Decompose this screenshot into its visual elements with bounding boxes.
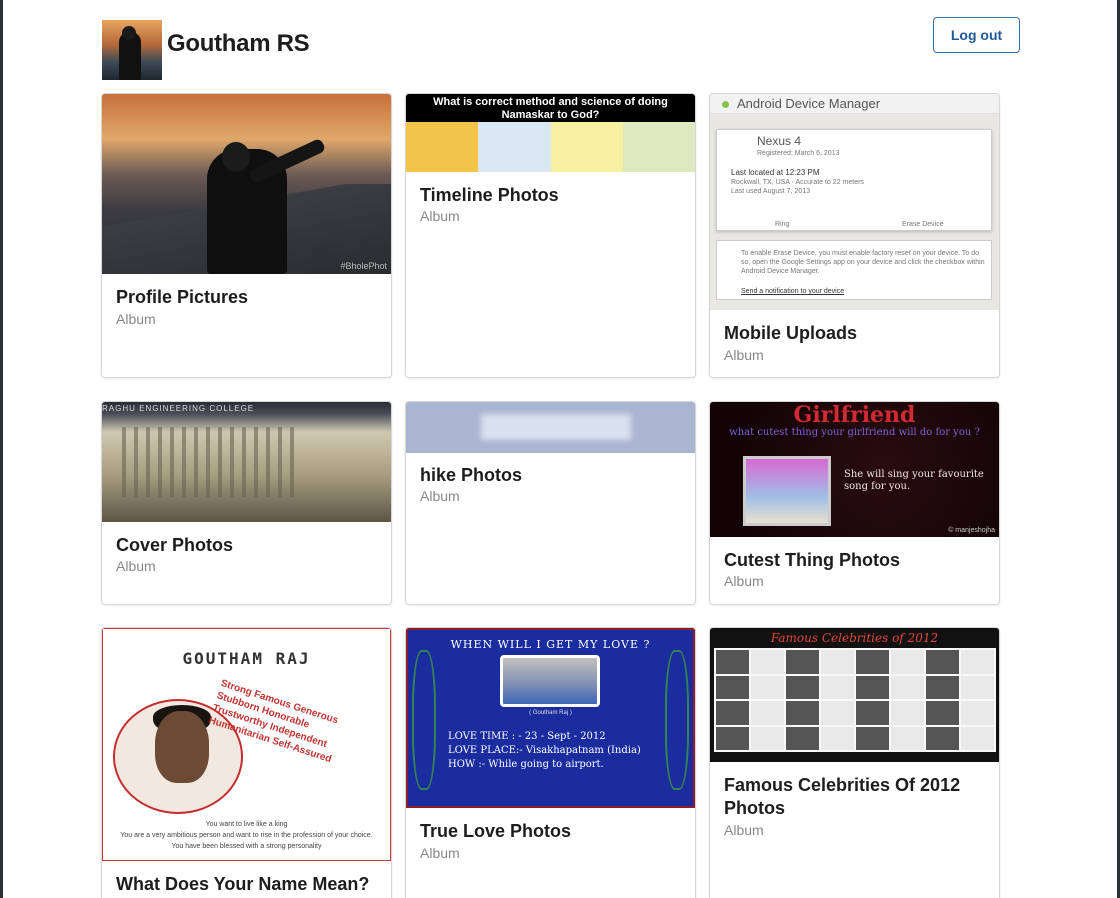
thumb-link: Send a notification to your device bbox=[741, 288, 845, 295]
album-subtitle: Album bbox=[420, 845, 460, 861]
thumb-portrait bbox=[743, 456, 831, 526]
thumb-question: what cutest thing your girlfriend will d… bbox=[729, 427, 980, 438]
album-thumbnail[interactable]: GOUTHAM RAJ Strong Famous Generous Stubb… bbox=[102, 628, 391, 861]
thumb-last-used: Last used August 7, 2013 bbox=[731, 188, 811, 195]
thumb-caption: ( Goutham Raj ) bbox=[529, 710, 572, 716]
album-title[interactable]: Cover Photos bbox=[116, 534, 376, 557]
album-title[interactable]: What Does Your Name Mean? bbox=[116, 873, 376, 896]
thumb-line-3: You have been blessed with a strong pers… bbox=[171, 843, 322, 850]
album-subtitle: Album bbox=[724, 573, 764, 589]
album-thumbnail[interactable]: Famous Celebrities of 2012 bbox=[710, 628, 999, 762]
thumb-line-2: You are a very ambitious person and want… bbox=[120, 832, 373, 839]
person-head bbox=[222, 142, 250, 172]
album-thumbnail[interactable]: WHEN WILL I GET MY LOVE ? ( Goutham Raj … bbox=[406, 628, 695, 808]
album-card-timeline-photos[interactable]: What is correct method and science of do… bbox=[405, 93, 696, 378]
thumb-banner-text: What is correct method and science of do… bbox=[406, 94, 695, 122]
thumb-headline: Girlfriend bbox=[793, 402, 916, 428]
thumb-college-name: RAGHU ENGINEERING COLLEGE bbox=[102, 404, 255, 413]
thumb-line-1: You want to live like a king bbox=[205, 821, 288, 828]
album-title[interactable]: Profile Pictures bbox=[116, 286, 376, 309]
thumb-registered: Registered: March 6, 2013 bbox=[757, 150, 840, 157]
album-thumbnail[interactable]: RAGHU ENGINEERING COLLEGE bbox=[102, 402, 391, 522]
album-subtitle: Album bbox=[116, 311, 156, 327]
album-subtitle: Album bbox=[420, 488, 460, 504]
album-card-mobile-uploads[interactable]: Android Device Manager Nexus 4 Registere… bbox=[709, 93, 1000, 378]
thumb-credit: © manjeshojha bbox=[948, 527, 995, 534]
album-thumbnail[interactable]: Girlfriend what cutest thing your girlfr… bbox=[710, 402, 999, 537]
logout-button[interactable]: Log out bbox=[933, 17, 1020, 53]
thumb-device-name: Nexus 4 bbox=[757, 134, 802, 148]
album-subtitle: Album bbox=[116, 558, 156, 574]
thumb-headline: WHEN WILL I GET MY LOVE ? bbox=[450, 638, 651, 651]
album-card-name-meaning[interactable]: GOUTHAM RAJ Strong Famous Generous Stubb… bbox=[101, 627, 392, 898]
thumb-notice-panel: To enable Erase Device, you must enable … bbox=[716, 240, 992, 300]
window-edge-left bbox=[0, 0, 3, 898]
album-thumbnail[interactable]: Android Device Manager Nexus 4 Registere… bbox=[710, 94, 999, 310]
left-vine-decoration bbox=[412, 650, 436, 790]
thumb-located: Last located at 12:23 PM bbox=[731, 168, 820, 177]
album-card-profile-pictures[interactable]: #BholePhot Profile Pictures Album bbox=[101, 93, 392, 378]
album-title[interactable]: True Love Photos bbox=[420, 820, 680, 843]
album-card-cover-photos[interactable]: RAGHU ENGINEERING COLLEGE Cover Photos A… bbox=[101, 401, 392, 605]
thumb-love-time: LOVE TIME : - 23 - Sept - 2012 bbox=[448, 731, 606, 742]
album-subtitle: Album bbox=[420, 208, 460, 224]
thumb-portrait bbox=[500, 655, 600, 707]
thumb-headline: Famous Celebrities of 2012 bbox=[770, 631, 939, 645]
avatar[interactable] bbox=[102, 20, 162, 80]
album-thumbnail[interactable] bbox=[406, 402, 695, 453]
thumb-erase: Erase Device bbox=[902, 221, 944, 228]
thumb-love-place: LOVE PLACE:- Visakhapatnam (India) bbox=[448, 745, 641, 756]
album-title[interactable]: Famous Celebrities Of 2012 Photos bbox=[724, 774, 984, 820]
thumb-love-how: HOW :- While going to airport. bbox=[448, 759, 604, 770]
right-vine-decoration bbox=[665, 650, 689, 790]
user-name: Goutham RS bbox=[167, 30, 310, 57]
profile-header: Goutham RS Log out bbox=[102, 17, 1020, 80]
album-thumbnail[interactable]: What is correct method and science of do… bbox=[406, 94, 695, 172]
thumb-celebrity-grid bbox=[714, 648, 996, 752]
album-thumbnail[interactable]: #BholePhot bbox=[102, 94, 391, 274]
album-title[interactable]: hike Photos bbox=[420, 464, 680, 487]
album-card-hike-photos[interactable]: hike Photos Album bbox=[405, 401, 696, 605]
thumb-app-bar: Android Device Manager bbox=[710, 94, 999, 114]
building-windows bbox=[122, 427, 302, 497]
thumb-device-panel: Nexus 4 Registered: March 6, 2013 Last l… bbox=[716, 129, 992, 231]
album-card-true-love-photos[interactable]: WHEN WILL I GET MY LOVE ? ( Goutham Raj … bbox=[405, 627, 696, 898]
thumb-app-name: Android Device Manager bbox=[737, 96, 881, 111]
thumb-details: LOVE TIME : - 23 - Sept - 2012 LOVE PLAC… bbox=[448, 730, 641, 772]
album-title[interactable]: Timeline Photos bbox=[420, 184, 680, 207]
avatar-head bbox=[122, 26, 136, 40]
thumb-answer: She will sing your favourite song for yo… bbox=[844, 469, 984, 492]
thumb-ring: Ring bbox=[775, 221, 790, 228]
album-title[interactable]: Mobile Uploads bbox=[724, 322, 984, 345]
album-subtitle: Album bbox=[724, 822, 764, 838]
thumb-illustration-strip bbox=[406, 122, 695, 172]
album-card-cutest-thing-photos[interactable]: Girlfriend what cutest thing your girlfr… bbox=[709, 401, 1000, 605]
album-title[interactable]: Cutest Thing Photos bbox=[724, 549, 984, 572]
thumb-notice: To enable Erase Device, you must enable … bbox=[741, 250, 985, 275]
thumb-blurred-banner bbox=[481, 414, 631, 440]
thumb-name: GOUTHAM RAJ bbox=[182, 649, 311, 668]
thumb-watermark: #BholePhot bbox=[340, 261, 387, 271]
portrait-face bbox=[155, 711, 209, 783]
album-subtitle: Album bbox=[724, 347, 764, 363]
album-card-famous-celebrities[interactable]: Famous Celebrities of 2012 Famous Celebr… bbox=[709, 627, 1000, 898]
thumb-description: You want to live like a king You are a v… bbox=[103, 819, 390, 852]
thumb-location: Rockwall, TX, USA - Accurate to 22 meter… bbox=[731, 179, 864, 186]
